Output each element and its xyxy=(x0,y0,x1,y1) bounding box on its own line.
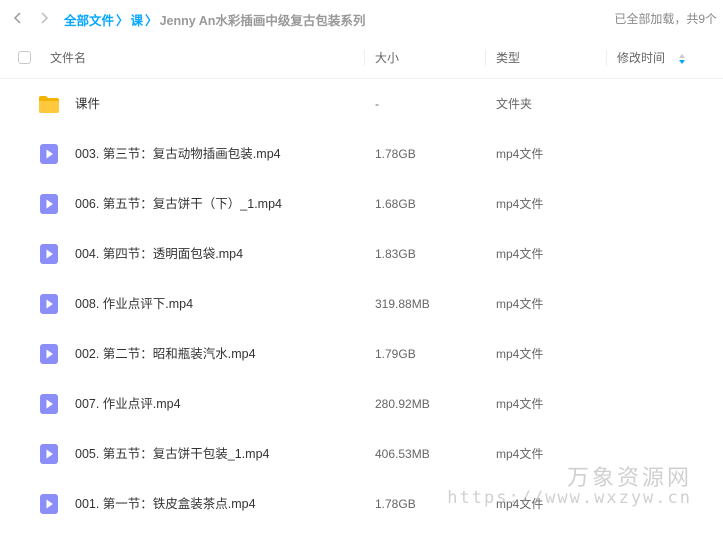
file-size: 280.92MB xyxy=(375,397,430,411)
video-file-icon xyxy=(38,343,60,365)
file-size: 1.78GB xyxy=(375,497,416,511)
column-divider xyxy=(364,50,365,66)
select-all-checkbox[interactable] xyxy=(18,51,31,64)
file-type: mp4文件 xyxy=(496,147,544,161)
column-header-type[interactable]: 类型 xyxy=(496,38,520,78)
top-bar: 全部文件〉课〉 Jenny An水彩插画中级复古包装系列 已全部加载，共9个 xyxy=(0,0,723,36)
video-file-icon xyxy=(38,143,60,165)
file-type: mp4文件 xyxy=(496,247,544,261)
video-file-icon xyxy=(38,493,60,515)
file-type: mp4文件 xyxy=(496,347,544,361)
file-size: 1.78GB xyxy=(375,147,416,161)
breadcrumb-separator: 〉 xyxy=(145,14,158,28)
file-name[interactable]: 课件 xyxy=(75,79,100,129)
file-size: 1.83GB xyxy=(375,247,416,261)
file-row[interactable]: 004. 第四节：透明面包袋.mp4 1.83GB mp4文件 xyxy=(0,229,723,279)
file-row[interactable]: 003. 第三节：复古动物插画包装.mp4 1.78GB mp4文件 xyxy=(0,129,723,179)
column-divider xyxy=(485,50,486,66)
file-row[interactable]: 002. 第二节：昭和瓶装汽水.mp4 1.79GB mp4文件 xyxy=(0,329,723,379)
watermark: 万象资源网 https://www.wxzyw.cn xyxy=(447,460,714,520)
sort-icon[interactable] xyxy=(678,53,686,65)
file-type: mp4文件 xyxy=(496,397,544,411)
file-size: 1.68GB xyxy=(375,197,416,211)
loaded-status: 已全部加载，共9个 xyxy=(614,12,717,26)
back-button[interactable] xyxy=(8,8,28,28)
folder-icon xyxy=(38,93,60,115)
file-row[interactable]: 006. 第五节：复古饼干（下）_1.mp4 1.68GB mp4文件 xyxy=(0,179,723,229)
breadcrumb-separator: 〉 xyxy=(116,14,129,28)
chevron-right-icon xyxy=(41,12,49,24)
file-size: 406.53MB xyxy=(375,447,430,461)
file-row[interactable]: 007. 作业点评.mp4 280.92MB mp4文件 xyxy=(0,379,723,429)
file-name[interactable]: 003. 第三节：复古动物插画包装.mp4 xyxy=(75,129,281,179)
file-type: mp4文件 xyxy=(496,297,544,311)
column-header-size[interactable]: 大小 xyxy=(375,38,399,78)
breadcrumb-current: Jenny An水彩插画中级复古包装系列 xyxy=(159,14,366,28)
chevron-left-icon xyxy=(13,12,21,24)
breadcrumb-parent[interactable]: 课 xyxy=(131,14,144,28)
file-size: 319.88MB xyxy=(375,297,430,311)
file-name[interactable]: 006. 第五节：复古饼干（下）_1.mp4 xyxy=(75,179,282,229)
file-row[interactable]: 课件 - 文件夹 xyxy=(0,79,723,129)
column-header-modified[interactable]: 修改时间 xyxy=(617,38,686,78)
file-size: 1.79GB xyxy=(375,347,416,361)
file-row[interactable]: 008. 作业点评下.mp4 319.88MB mp4文件 xyxy=(0,279,723,329)
video-file-icon xyxy=(38,443,60,465)
file-name[interactable]: 002. 第二节：昭和瓶装汽水.mp4 xyxy=(75,329,256,379)
file-name[interactable]: 005. 第五节：复古饼干包装_1.mp4 xyxy=(75,429,270,479)
file-type: 文件夹 xyxy=(496,97,533,111)
file-name[interactable]: 004. 第四节：透明面包袋.mp4 xyxy=(75,229,243,279)
file-size: - xyxy=(375,97,379,111)
video-file-icon xyxy=(38,393,60,415)
file-name[interactable]: 001. 第一节：铁皮盒装茶点.mp4 xyxy=(75,479,256,529)
column-divider xyxy=(606,50,607,66)
column-header-modified-label: 修改时间 xyxy=(617,51,666,65)
column-header-name[interactable]: 文件名 xyxy=(50,38,86,78)
video-file-icon xyxy=(38,243,60,265)
forward-button[interactable] xyxy=(34,8,54,28)
file-list-header: 文件名 大小 类型 修改时间 xyxy=(0,38,723,79)
breadcrumb: 全部文件〉课〉 Jenny An水彩插画中级复古包装系列 xyxy=(64,10,365,29)
watermark-url: https://www.wxzyw.cn xyxy=(447,488,692,508)
file-name[interactable]: 007. 作业点评.mp4 xyxy=(75,379,181,429)
breadcrumb-root[interactable]: 全部文件 xyxy=(64,14,114,28)
file-type: mp4文件 xyxy=(496,197,544,211)
file-name[interactable]: 008. 作业点评下.mp4 xyxy=(75,279,193,329)
video-file-icon xyxy=(38,193,60,215)
video-file-icon xyxy=(38,293,60,315)
